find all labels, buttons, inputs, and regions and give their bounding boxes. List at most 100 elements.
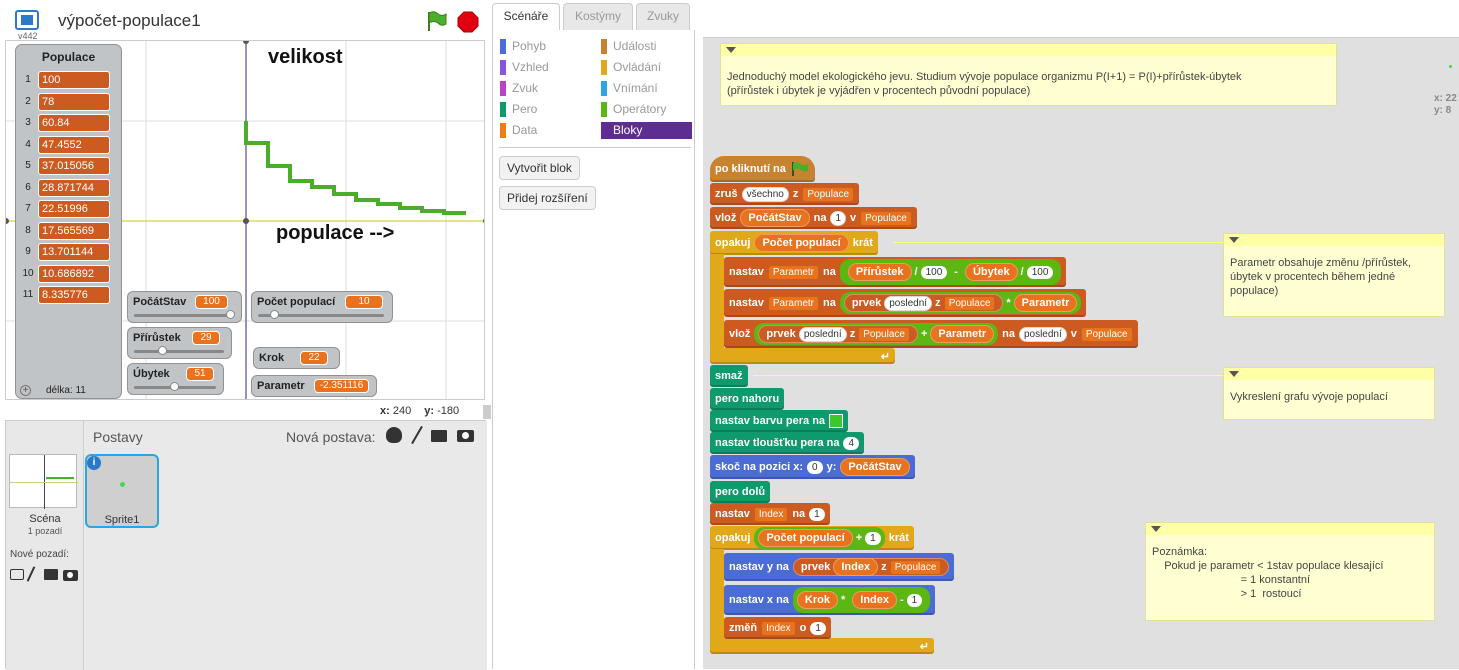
dropdown-index[interactable]: poslední — [1018, 326, 1067, 342]
dropdown-variable[interactable]: Parametr — [767, 295, 819, 311]
item-of-list-reporter[interactable]: prvek Index z Populace — [792, 558, 950, 576]
color-swatch[interactable] — [829, 414, 844, 428]
set-variable-block[interactable]: nastav Index na 1 — [710, 503, 830, 525]
list-item-value[interactable]: 13.701144 — [38, 243, 110, 261]
when-flag-clicked-block[interactable]: po kliknutí na — [710, 156, 815, 182]
category-ovládání[interactable]: Ovládání — [601, 59, 692, 76]
fullscreen-icon[interactable] — [15, 10, 39, 30]
number-input[interactable]: 1 — [865, 531, 881, 545]
dropdown-list[interactable]: Populace — [943, 296, 996, 311]
delete-all-block[interactable]: zruš všechno z Populace — [710, 183, 860, 205]
upload-sprite-icon[interactable] — [431, 430, 447, 442]
reporter-parametr[interactable]: Parametr — [930, 325, 995, 343]
make-block-button[interactable]: Vytvořit blok — [499, 156, 580, 180]
monitor-ubytek[interactable]: Úbytek 51 — [127, 363, 224, 395]
repeat-block[interactable]: opakuj Počet populací +1 krát — [710, 526, 914, 550]
list-item-value[interactable]: 10.686892 — [38, 264, 110, 283]
comment-note[interactable]: Poznámka: Pokud je parametr < 1stav popu… — [1145, 522, 1435, 621]
reporter-pocatstav[interactable]: PočátStav — [840, 458, 910, 476]
green-flag-icon[interactable] — [425, 10, 447, 32]
pen-up-block[interactable]: pero nahoru — [710, 388, 785, 410]
category-vzhled[interactable]: Vzhled — [500, 59, 591, 76]
collapse-arrow-icon[interactable] — [483, 405, 491, 419]
number-input[interactable]: 4 — [843, 436, 860, 450]
clear-block[interactable]: smaž — [710, 365, 748, 387]
monitor-prirustek[interactable]: Přírůstek 29 — [127, 327, 232, 359]
dropdown-index[interactable]: poslední — [798, 327, 847, 342]
set-y-block[interactable]: nastav y na prvek Index z Populace — [724, 553, 955, 581]
category-vnímání[interactable]: Vnímání — [601, 80, 692, 97]
list-item[interactable]: 6 28.871744 — [16, 178, 121, 198]
number-input[interactable]: 100 — [920, 265, 948, 279]
slider-track[interactable] — [134, 350, 224, 353]
category-bloky[interactable]: Bloky — [601, 122, 692, 139]
number-input[interactable]: 1 — [810, 621, 826, 635]
goto-xy-block[interactable]: skoč na pozici x: 0 y: PočátStav — [710, 455, 915, 479]
category-data[interactable]: Data — [500, 122, 591, 139]
category-zvuk[interactable]: Zvuk — [500, 80, 591, 97]
item-of-list-reporter[interactable]: prvek poslední z Populace — [758, 325, 918, 343]
sprite-info-icon[interactable]: i — [87, 456, 101, 470]
tab-costumes[interactable]: Kostýmy — [563, 3, 633, 30]
dropdown-variable[interactable]: Index — [753, 506, 789, 522]
plus-operator[interactable]: Počet populací +1 — [754, 527, 885, 549]
set-pen-size-block[interactable]: nastav tloušťku pera na 4 — [710, 432, 865, 454]
slider-knob[interactable] — [226, 310, 235, 319]
list-item[interactable]: 1 100 — [16, 70, 121, 90]
upload-backdrop-icon[interactable] — [44, 569, 58, 580]
divide-operator[interactable]: Přírůstek/100 — [843, 261, 952, 283]
category-události[interactable]: Události — [601, 38, 692, 55]
list-item-value[interactable]: 37.015056 — [38, 157, 110, 175]
set-x-block[interactable]: nastav x na Krok * Index -1 — [724, 585, 936, 615]
item-of-list-reporter[interactable]: prvek poslední z Populace — [843, 294, 1004, 312]
camera-backdrop-icon[interactable] — [63, 570, 78, 581]
project-title[interactable]: výpočet-populace1 — [58, 11, 201, 31]
set-pen-color-block[interactable]: nastav barvu pera na — [710, 410, 849, 432]
list-item-value[interactable]: 47.4552 — [38, 135, 110, 154]
comment-note[interactable]: Jednoduchý model ekologického jevu. Stud… — [720, 43, 1337, 106]
minus-operator[interactable]: Index -1 — [848, 589, 927, 611]
dropdown-all[interactable]: všechno — [741, 186, 789, 202]
number-input[interactable]: 0 — [807, 460, 823, 474]
number-input[interactable]: 100 — [1026, 265, 1054, 279]
list-item-value[interactable]: 60.84 — [38, 114, 110, 132]
dropdown-list[interactable]: Populace — [858, 327, 910, 342]
list-item-value[interactable]: 78 — [38, 92, 110, 111]
tab-sounds[interactable]: Zvuky — [636, 3, 690, 30]
multiply-operator[interactable]: Krok * Index -1 — [792, 587, 931, 613]
collapse-icon[interactable] — [1229, 237, 1239, 243]
paint-sprite-icon[interactable] — [411, 425, 423, 445]
scripts-area[interactable]: x: 22 y: 8 Jednoduchý model ekologického… — [703, 37, 1459, 669]
stop-icon[interactable] — [457, 11, 479, 33]
plus-operator[interactable]: prvek poslední z Populace + Parametr — [754, 323, 999, 345]
list-item-value[interactable]: 8.335776 — [38, 286, 110, 304]
monitor-pocet-populaci[interactable]: Počet populací 10 — [251, 291, 393, 323]
minus-operator[interactable]: Přírůstek/100 - Úbytek/100 — [839, 259, 1062, 285]
reporter-pocet-populaci[interactable]: Počet populací — [758, 529, 853, 547]
collapse-icon[interactable] — [1229, 371, 1239, 377]
list-item-value[interactable]: 100 — [38, 71, 110, 89]
reporter-prirustek[interactable]: Přírůstek — [847, 263, 912, 281]
add-item-icon[interactable]: + — [20, 385, 31, 396]
paint-backdrop-icon[interactable] — [10, 569, 24, 580]
scene-thumbnail[interactable] — [9, 454, 78, 509]
sprite-tile[interactable]: i Sprite1 — [85, 454, 159, 528]
dropdown-list[interactable]: Populace — [802, 186, 855, 202]
list-item[interactable]: 11 8.335776 — [16, 285, 121, 305]
set-variable-block[interactable]: nastav Parametr na prvek poslední z Popu… — [724, 289, 1087, 317]
number-input[interactable]: 1 — [906, 593, 923, 607]
dropdown-list[interactable]: Populace — [889, 560, 942, 575]
list-item-value[interactable]: 22.51996 — [38, 200, 110, 218]
slider-knob[interactable] — [270, 310, 279, 319]
reporter-krok[interactable]: Krok — [796, 591, 838, 609]
change-variable-block[interactable]: změň Index o 1 — [724, 617, 831, 639]
list-item[interactable]: 10 10.686892 — [16, 264, 121, 284]
comment-note[interactable]: Parametr obsahuje změnu /přírůstek, úbyt… — [1223, 233, 1445, 317]
dropdown-list[interactable]: Populace — [860, 210, 912, 226]
brush-backdrop-icon[interactable] — [26, 566, 36, 582]
dropdown-index[interactable]: poslední — [884, 296, 933, 311]
repeat-block[interactable]: opakuj Počet populací krát — [710, 231, 878, 255]
sprite-library-icon[interactable] — [386, 427, 402, 443]
monitor-parametr[interactable]: Parametr -2.351116 — [251, 375, 377, 397]
slider-knob[interactable] — [158, 346, 167, 355]
